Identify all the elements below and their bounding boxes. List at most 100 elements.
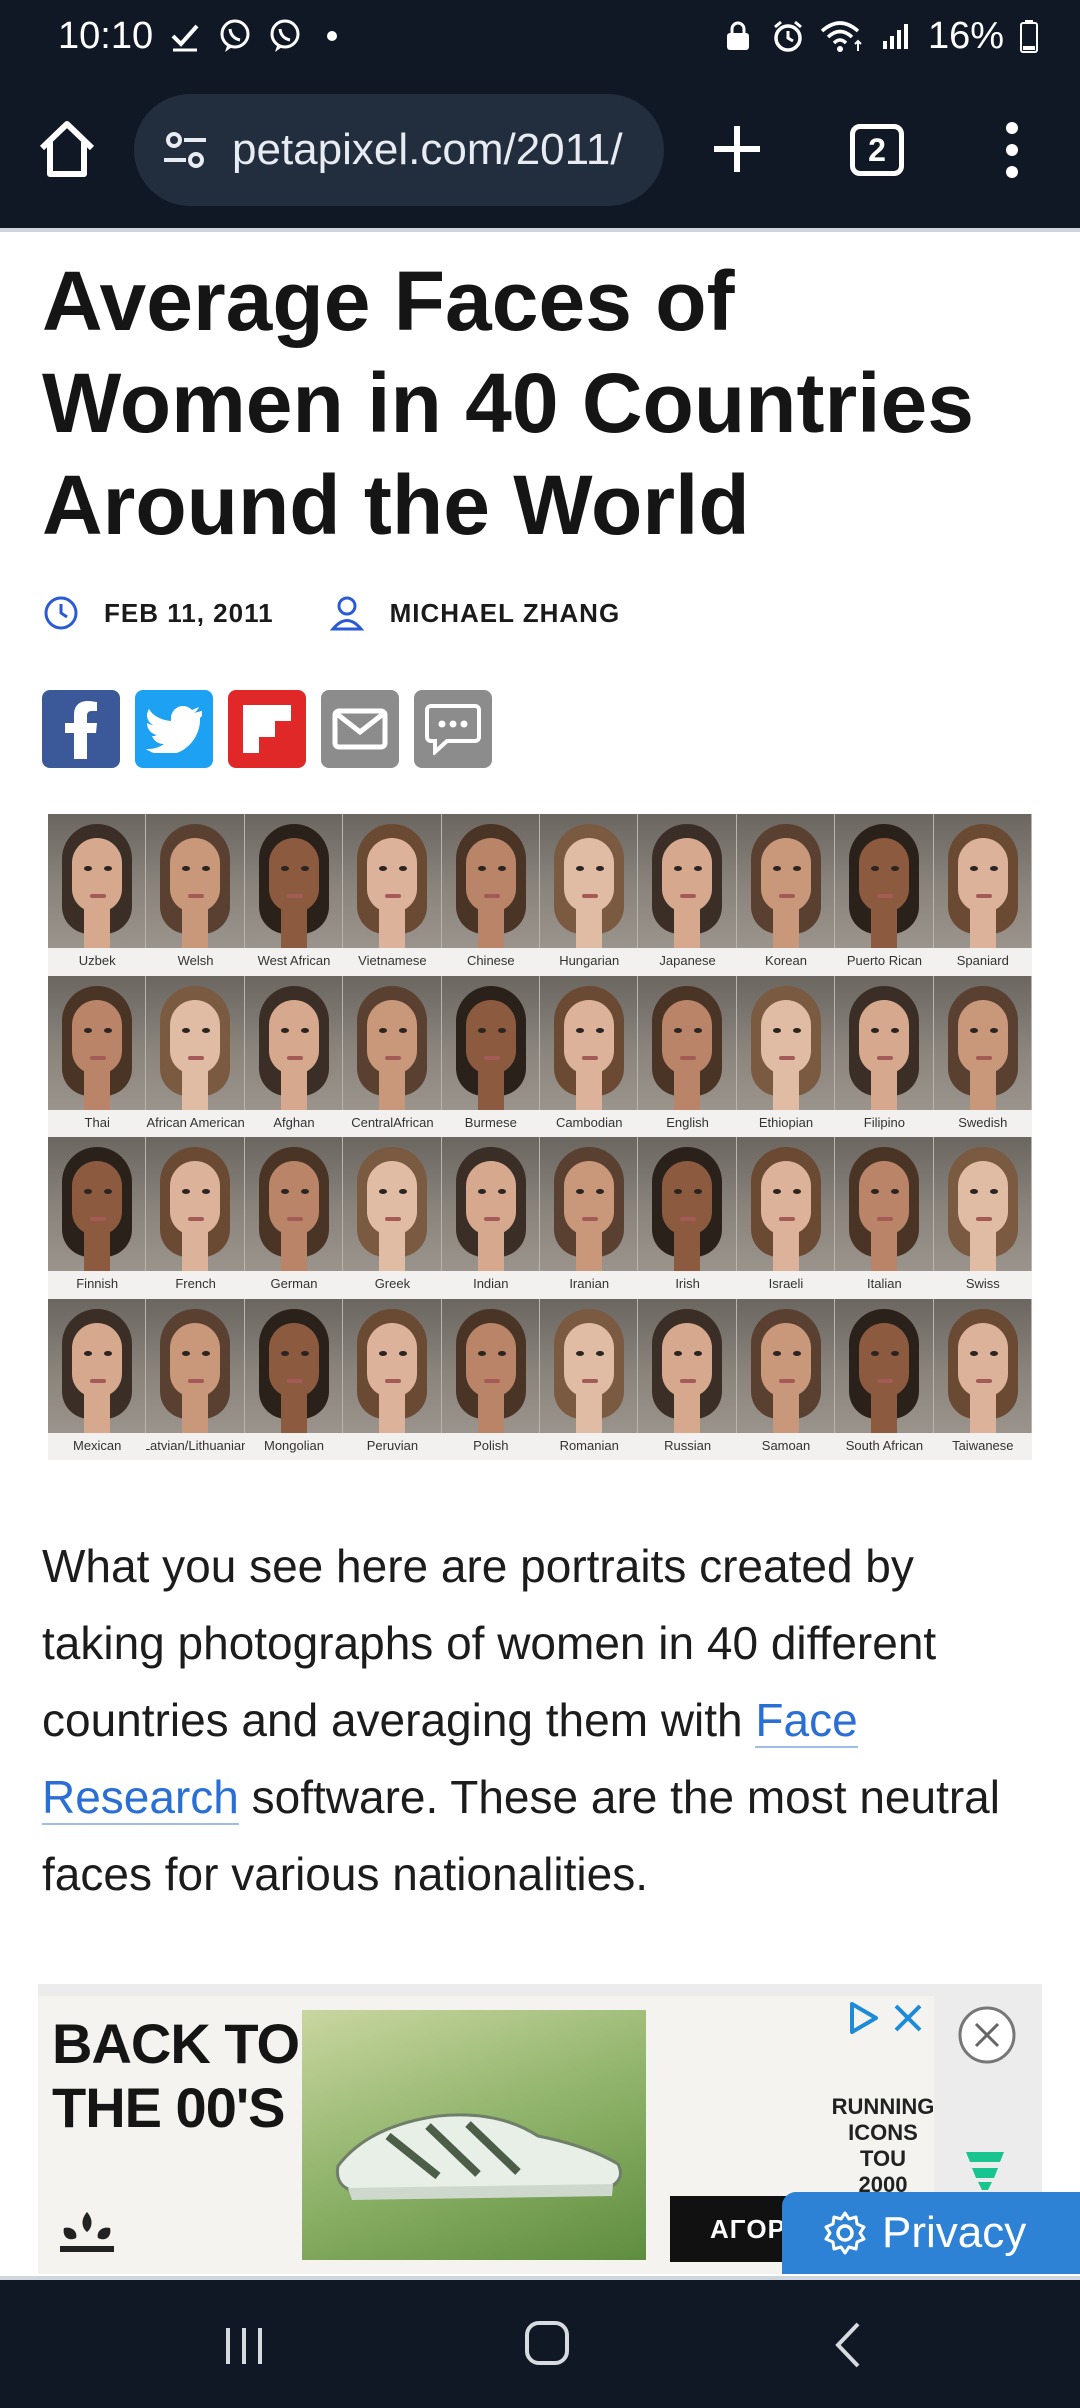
face-portrait: Israeli bbox=[736, 1137, 836, 1299]
ad-network-icon[interactable] bbox=[960, 2146, 1010, 2192]
face-portrait: Spaniard bbox=[933, 814, 1032, 976]
ad-dismiss-icon[interactable] bbox=[956, 2004, 1018, 2066]
face-label: Uzbek bbox=[78, 953, 116, 968]
face-photo bbox=[736, 975, 836, 1110]
browser-toolbar: petapixel.com/2011/ 2 bbox=[0, 72, 1080, 228]
face-photo bbox=[933, 1298, 1032, 1433]
signal-icon bbox=[878, 18, 914, 54]
face-portrait: Uzbek bbox=[48, 814, 147, 976]
ad-headline-line2: THE 00'S bbox=[52, 2076, 286, 2139]
flipboard-share-button[interactable] bbox=[228, 690, 306, 768]
face-portrait: Swedish bbox=[933, 975, 1032, 1138]
face-label: Samoan bbox=[761, 1437, 811, 1453]
face-label: Peruvian bbox=[366, 1437, 419, 1453]
face-label: German bbox=[270, 1276, 318, 1291]
site-settings-icon[interactable] bbox=[160, 125, 210, 175]
face-label: English bbox=[666, 1114, 709, 1130]
face-photo bbox=[343, 1298, 442, 1433]
sneaker-icon bbox=[335, 2113, 622, 2200]
battery-icon bbox=[1018, 18, 1040, 54]
face-label: Latvian/Lithuanian bbox=[146, 1437, 245, 1453]
face-photo bbox=[638, 1298, 737, 1433]
article-author[interactable]: MICHAEL ZHANG bbox=[390, 598, 621, 629]
more-menu-icon[interactable] bbox=[994, 118, 1030, 182]
ad-choices-icon[interactable] bbox=[846, 2000, 882, 2036]
face-label: Taiwanese bbox=[952, 1437, 1014, 1453]
face-portrait: Taiwanese bbox=[933, 1298, 1032, 1461]
face-photo bbox=[48, 975, 147, 1110]
ad-side-text: RUNNING ICONS TOU 2000 bbox=[828, 2094, 934, 2198]
ad-side-line1: RUNNING bbox=[831, 2094, 934, 2119]
twitter-share-button[interactable] bbox=[135, 690, 213, 768]
face-photo bbox=[540, 1298, 639, 1433]
tab-switcher-button[interactable]: 2 bbox=[850, 124, 904, 176]
privacy-button[interactable]: Privacy bbox=[782, 2192, 1080, 2274]
privacy-label: Privacy bbox=[882, 2208, 1027, 2257]
face-portrait: Thai bbox=[48, 975, 147, 1138]
face-photo bbox=[933, 1137, 1032, 1271]
face-photo bbox=[540, 814, 639, 948]
face-photo bbox=[441, 1298, 540, 1433]
face-label: Mongolian bbox=[263, 1437, 324, 1453]
face-portrait: Latvian/Lithuanian bbox=[146, 1298, 245, 1461]
comment-icon bbox=[425, 704, 481, 755]
article-meta: FEB 11, 2011 MICHAEL ZHANG bbox=[42, 594, 620, 632]
face-label: Thai bbox=[84, 1114, 110, 1130]
face-photo bbox=[736, 1137, 836, 1271]
home-nav-icon[interactable] bbox=[524, 2320, 570, 2366]
face-photo bbox=[540, 975, 639, 1110]
face-portrait: Mongolian bbox=[244, 1298, 344, 1461]
system-nav-bar bbox=[0, 2276, 1080, 2408]
back-icon[interactable] bbox=[832, 2320, 862, 2370]
face-label: Italian bbox=[867, 1276, 902, 1291]
face-label: West African bbox=[257, 953, 331, 968]
facebook-share-button[interactable] bbox=[42, 690, 120, 768]
email-share-button[interactable] bbox=[321, 690, 399, 768]
face-portrait: Polish bbox=[441, 1298, 540, 1461]
face-portrait: Italian bbox=[835, 1137, 934, 1299]
face-label: Russian bbox=[664, 1437, 712, 1453]
face-label: Indian bbox=[473, 1276, 509, 1291]
ad-close-x-icon[interactable] bbox=[890, 2000, 926, 2036]
average-faces-image[interactable]: Uzbek Welsh West African Vietnamese Chinese H… bbox=[48, 814, 1032, 1460]
face-portrait: French bbox=[146, 1137, 245, 1299]
face-portrait: Filipino bbox=[835, 975, 934, 1138]
face-label: Finnish bbox=[76, 1276, 119, 1291]
url-bar[interactable]: petapixel.com/2011/ bbox=[134, 94, 664, 206]
face-photo bbox=[343, 1137, 442, 1271]
recent-apps-icon[interactable] bbox=[222, 2326, 266, 2366]
face-portrait: German bbox=[244, 1137, 344, 1299]
face-label: African American bbox=[146, 1114, 245, 1130]
face-label: French bbox=[175, 1276, 216, 1291]
face-portrait: Iranian bbox=[540, 1137, 639, 1299]
face-label: Greek bbox=[374, 1276, 411, 1291]
face-label: Vietnamese bbox=[358, 953, 427, 968]
ad-side-line2: ICONS TOU bbox=[848, 2120, 918, 2171]
face-portrait: African American bbox=[146, 975, 245, 1138]
ad-headline: BACK TO THE 00'S bbox=[52, 2012, 300, 2140]
home-icon[interactable] bbox=[34, 116, 100, 182]
face-label: Israeli bbox=[768, 1276, 804, 1291]
status-time: 10:10 bbox=[58, 14, 154, 57]
face-portrait: Hungarian bbox=[540, 814, 639, 976]
url-text[interactable]: petapixel.com/2011/ bbox=[232, 125, 623, 175]
comments-share-button[interactable] bbox=[414, 690, 492, 768]
face-portrait: Korean bbox=[736, 814, 836, 976]
article-date: FEB 11, 2011 bbox=[104, 597, 274, 628]
toolbar-divider bbox=[0, 228, 1080, 232]
ad-choices[interactable] bbox=[846, 2000, 926, 2036]
face-photo bbox=[540, 1137, 639, 1271]
face-portrait: Welsh bbox=[146, 814, 245, 976]
vpn-lock-icon bbox=[720, 18, 756, 54]
viber-icon bbox=[217, 18, 253, 54]
face-label: Swiss bbox=[965, 1276, 1000, 1291]
new-tab-icon[interactable] bbox=[706, 118, 768, 180]
face-photo bbox=[343, 814, 442, 948]
face-photo bbox=[244, 1298, 344, 1433]
face-portrait: Ethiopian bbox=[736, 975, 836, 1138]
face-portrait: Cambodian bbox=[540, 975, 639, 1138]
face-portrait: Burmese bbox=[441, 975, 540, 1138]
user-icon bbox=[328, 594, 366, 632]
face-label: Cambodian bbox=[555, 1114, 623, 1130]
alarm-icon bbox=[770, 18, 806, 54]
